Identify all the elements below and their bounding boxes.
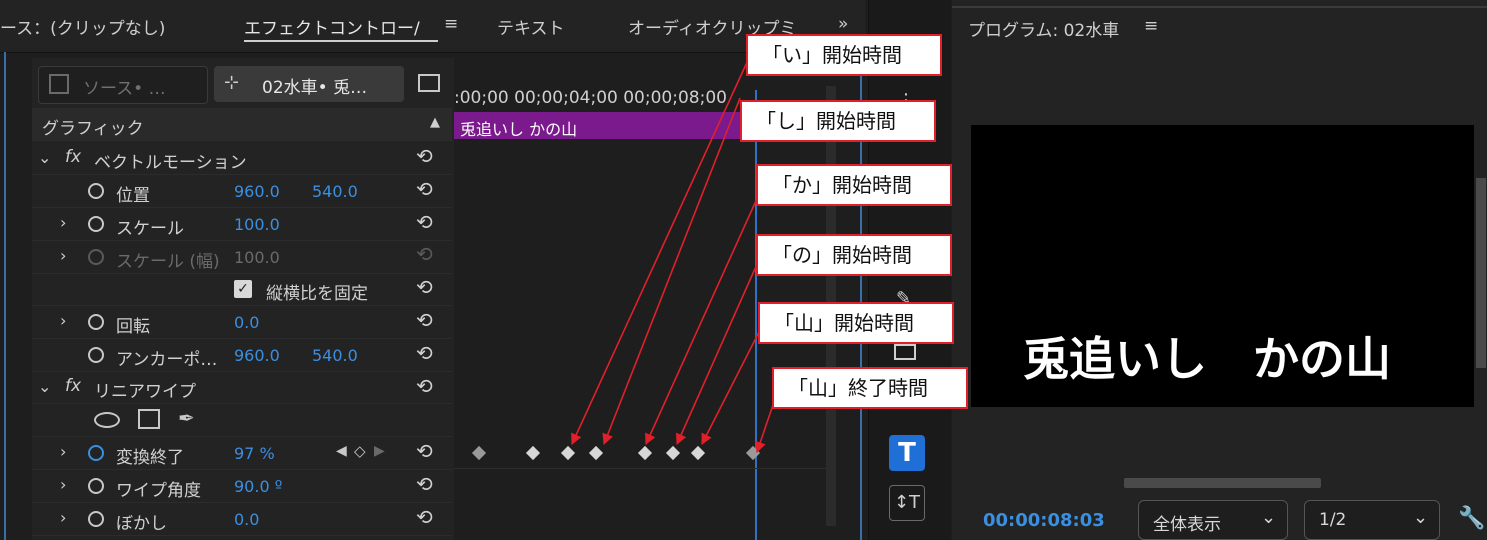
- callout-yama-start: 「山」開始時間: [758, 302, 954, 344]
- annotation-arrows: [571, 59, 777, 454]
- callout-no-start: 「の」開始時間: [756, 234, 952, 276]
- annotation-arrow: [602, 97, 741, 446]
- callout-yama-end: 「山」終了時間: [772, 367, 968, 409]
- annotation-arrow: [571, 59, 749, 446]
- annotation-arrow: [701, 329, 761, 445]
- annotation-arrow: [675, 261, 759, 446]
- callout-i-start: 「い」開始時間: [746, 34, 942, 76]
- callout-shi-start: 「し」開始時間: [740, 100, 936, 142]
- callout-ka-start: 「か」開始時間: [756, 164, 952, 206]
- annotation-arrow: [645, 191, 761, 446]
